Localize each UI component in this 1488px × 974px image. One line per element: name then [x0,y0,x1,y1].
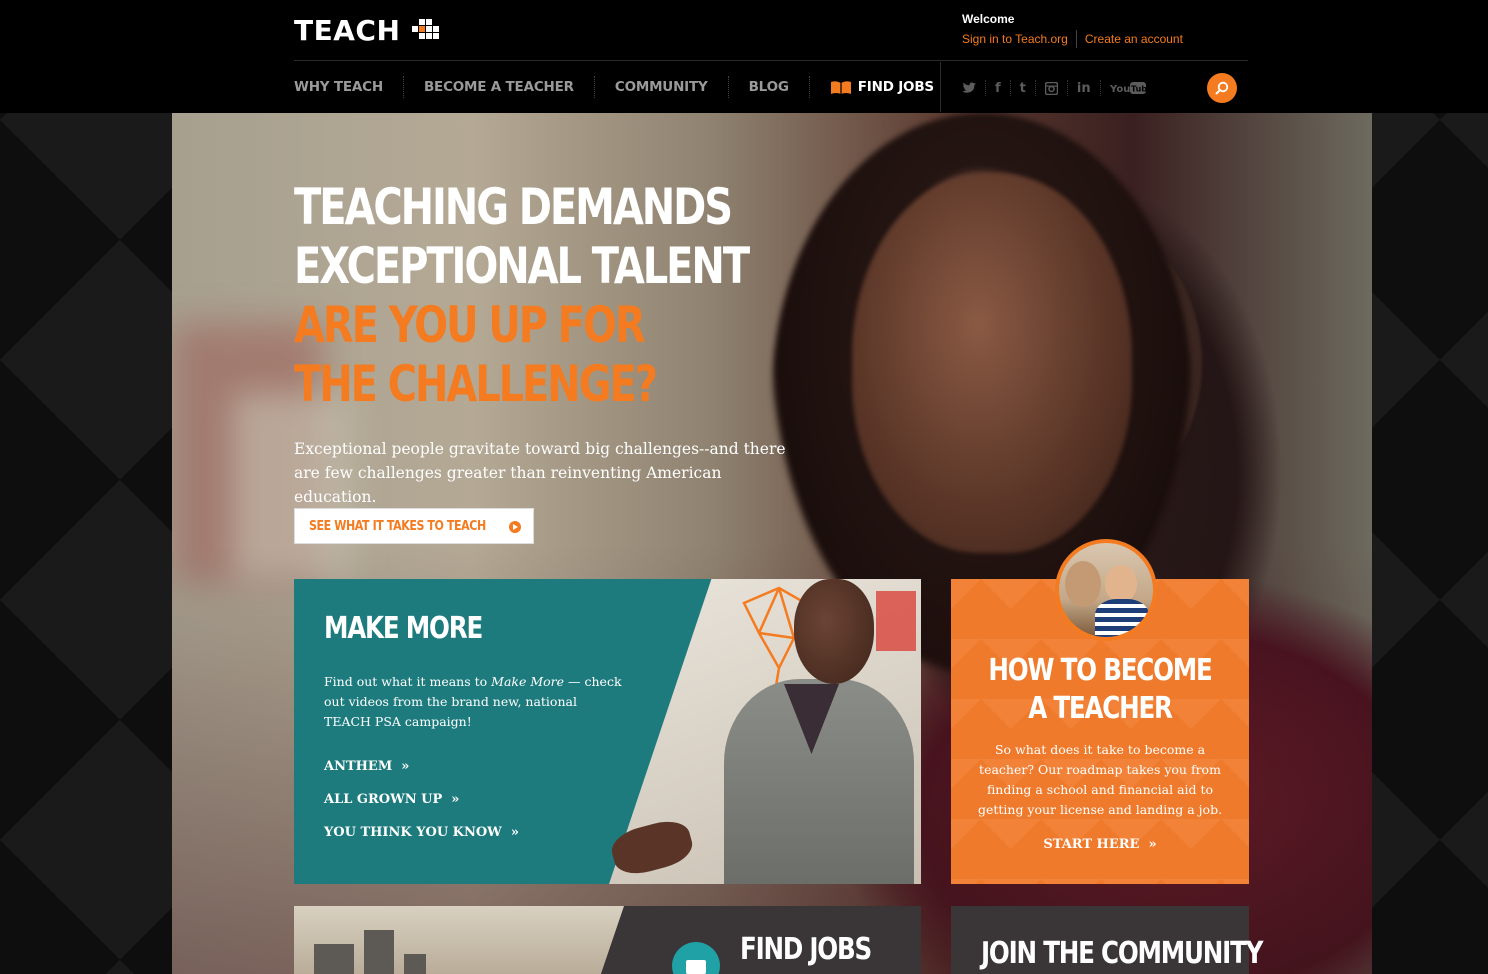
book-icon [830,80,851,94]
logo-mark-icon [412,18,440,43]
nav-vertical-divider [940,62,941,112]
tumblr-icon[interactable]: t [1020,79,1026,97]
man-head [794,579,874,684]
photo-shirt [1095,599,1149,637]
create-account-link[interactable]: Create an account [1085,32,1183,46]
logo-text: TEACH [294,14,401,47]
join-community-card[interactable]: JOIN THE COMMUNITY [951,906,1263,974]
facebook-icon[interactable]: f [995,79,1001,97]
sign-in-link[interactable]: Sign in to Teach.org [962,32,1068,46]
nav-divider [808,76,810,98]
social-divider [985,80,986,96]
teach-logo[interactable]: TEACH [294,14,440,47]
find-jobs-title: FIND JOBS [740,932,872,967]
title-line-2: A TEACHER [1028,691,1173,726]
make-more-card: MAKE MORE Find out what it means to Make… [294,579,921,884]
become-teacher-body: So what does it take to become a teacher… [977,742,1223,817]
make-more-title: MAKE MORE [324,611,483,646]
divider [1075,30,1077,48]
nav-find-jobs[interactable]: FIND JOBS [830,79,934,95]
link-label: START HERE [1043,837,1140,852]
twitter-icon[interactable] [962,79,976,97]
find-jobs-label: FIND JOBS [857,79,934,95]
city-skyline-photo [294,906,624,974]
body-text: Find out what it means to [324,674,492,689]
see-what-it-takes-button[interactable]: SEE WHAT IT TAKES TO TEACH [294,508,534,544]
chevron-right-icon: » [1139,837,1157,852]
nav-why-teach[interactable]: WHY TEACH [294,79,383,95]
photo-boy [1105,565,1137,603]
nav-blog[interactable]: BLOG [749,79,789,95]
social-divider [1034,80,1036,96]
social-divider [1099,80,1101,96]
account-links: Sign in to Teach.org Create an account [962,30,1183,48]
header-divider [294,60,1248,61]
chevron-right-icon: » [506,825,519,840]
social-links: f t in YouTube [962,79,1146,97]
link-label: ANTHEM [324,759,393,774]
linkedin-icon[interactable]: in [1077,79,1091,97]
hero-subheadline-line-1: ARE YOU UP FOR [294,296,646,354]
make-more-body: Find out what it means to Make More — ch… [324,672,624,732]
link-label: ALL GROWN UP [324,792,443,807]
play-icon [509,521,521,533]
all-grown-up-link[interactable]: ALL GROWN UP » [324,792,459,807]
avatar [1055,539,1157,641]
building [404,954,426,974]
briefcase-icon [672,942,720,974]
hero-headline-line-1: TEACHING DEMANDS [294,178,733,236]
you-think-you-know-link[interactable]: YOU THINK YOU KNOW » [324,825,519,840]
search-button[interactable] [1207,73,1237,103]
anthem-link[interactable]: ANTHEM » [324,759,409,774]
portrait-face [852,173,1132,553]
find-jobs-card[interactable]: FIND JOBS [294,906,921,974]
building [314,944,354,974]
search-icon [1215,81,1229,95]
link-label: YOU THINK YOU KNOW [324,825,502,840]
chevron-right-icon: » [446,792,460,807]
youtube-icon[interactable]: YouTube [1110,79,1146,97]
nav-divider [402,76,404,98]
join-community-title: JOIN THE COMMUNITY [981,936,1263,971]
nav-become-a-teacher[interactable]: BECOME A TEACHER [424,79,574,95]
hero-body-text: Exceptional people gravitate toward big … [294,440,786,506]
hero-headline-line-2: EXCEPTIONAL TALENT [294,237,750,295]
instagram-icon[interactable] [1044,79,1058,97]
teacher-student-photo [1059,543,1153,637]
nav-divider [727,76,729,98]
nav-divider [593,76,595,98]
svg-text:You: You [1110,84,1130,95]
hero-subheadline-line-2: THE CHALLENGE? [294,355,658,413]
social-divider [1066,80,1068,96]
title-line-1: HOW TO BECOME [988,653,1213,688]
welcome-text: Welcome [962,12,1015,26]
photo-woman [1065,561,1101,607]
social-divider [1009,80,1011,96]
body-emphasis: Make More [491,674,565,689]
photo-background-detail [876,591,916,651]
top-bar: TEACH Welcome Sign in to Teach.org Creat… [0,0,1488,113]
start-here-link[interactable]: START HERE » [951,837,1249,852]
become-teacher-title: HOW TO BECOME A TEACHER [951,652,1249,728]
cta-label: SEE WHAT IT TAKES TO TEACH [309,518,486,534]
nav-community[interactable]: COMMUNITY [615,79,708,95]
building [364,930,394,974]
main-nav: WHY TEACH BECOME A TEACHER COMMUNITY BLO… [294,76,934,98]
svg-text:Tube: Tube [1131,85,1146,94]
chevron-right-icon: » [396,759,410,774]
